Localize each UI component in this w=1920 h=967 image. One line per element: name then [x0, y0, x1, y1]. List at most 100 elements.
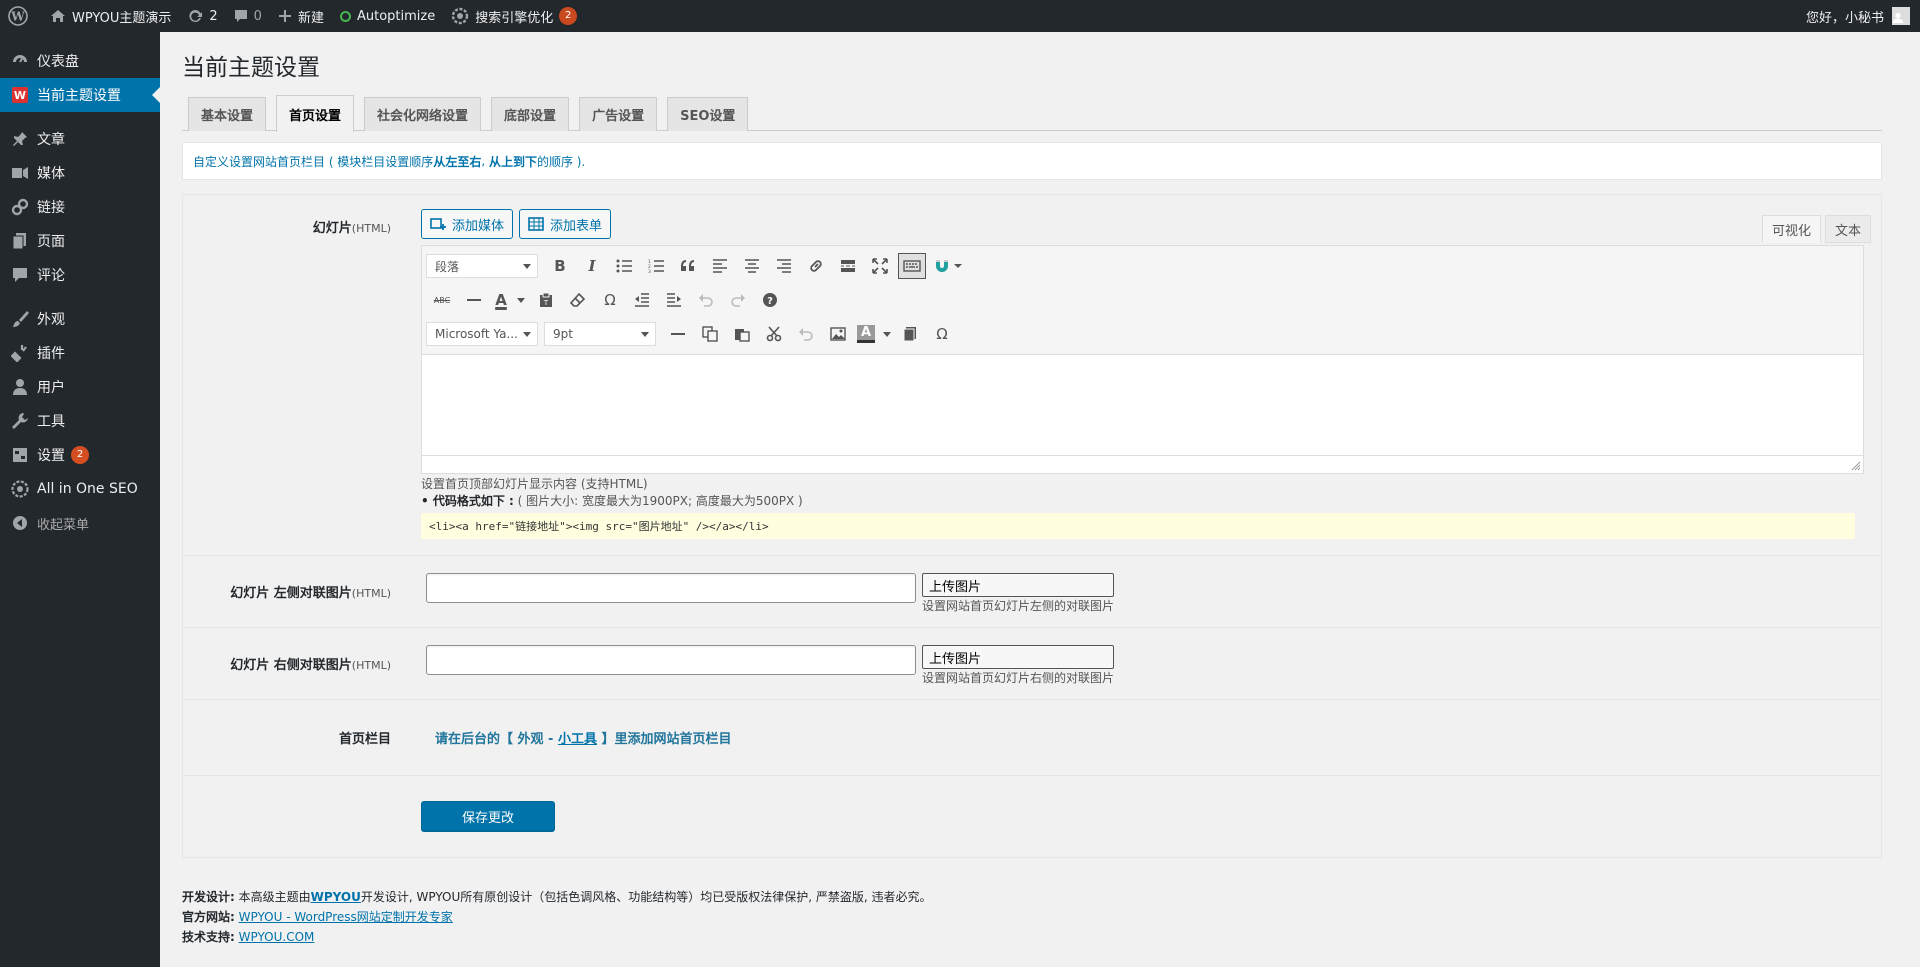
align-left-button[interactable] [704, 252, 736, 280]
italic-button[interactable]: I [576, 252, 608, 280]
format-select-value: 段落 [435, 259, 460, 274]
scissors-icon [766, 326, 782, 342]
paste-button[interactable] [726, 320, 758, 348]
sidebar-item-links[interactable]: 链接 [0, 190, 160, 224]
home-columns-text-pre: 请在后台的【 外观 - [435, 732, 558, 747]
tab-seo[interactable]: SEO设置 [667, 97, 749, 131]
size-select-value: 9pt [553, 327, 573, 341]
help-button[interactable]: ? [754, 286, 786, 314]
sidebar-item-posts[interactable]: 文章 [0, 122, 160, 156]
wordpress-logo-button[interactable]: W [0, 0, 42, 32]
toolbar-toggle-button[interactable] [898, 253, 926, 279]
strikethrough-button[interactable]: ABC [426, 286, 458, 314]
support-link[interactable]: WPYOU.COM [239, 930, 315, 944]
paste-text-button[interactable]: T [530, 286, 562, 314]
horizontal-line-icon [467, 299, 481, 301]
insert-image-button[interactable] [822, 320, 854, 348]
save-changes-button[interactable]: 保存更改 [421, 801, 555, 831]
widgets-link[interactable]: 小工具 [558, 732, 597, 747]
indent-button[interactable] [658, 286, 690, 314]
theme-w-icon: W [12, 87, 28, 103]
right-couplet-input[interactable] [426, 645, 916, 675]
updates-link[interactable]: 2 [179, 0, 225, 32]
footer-credits: 开发设计: 本高级主题由WPYOU开发设计, WPYOU所有原创设计（包括色调风… [182, 887, 932, 947]
fullscreen-button[interactable] [864, 252, 896, 280]
add-media-button[interactable]: 添加媒体 [421, 209, 514, 239]
font-family-select[interactable]: Microsoft Ya... [426, 322, 538, 346]
undo-alt-button[interactable] [790, 320, 822, 348]
sidebar-item-settings[interactable]: 设置 2 [0, 438, 160, 472]
right-upload-button[interactable]: 上传图片 [922, 645, 1115, 669]
official-site-link[interactable]: WPYOU - WordPress网站定制开发专家 [239, 910, 453, 924]
numbered-list-button[interactable]: 123 [640, 252, 672, 280]
omega-button[interactable]: Ω [926, 320, 958, 348]
footer-dev-line: 开发设计: 本高级主题由WPYOU开发设计, WPYOU所有原创设计（包括色调风… [182, 887, 932, 907]
undo-button[interactable] [690, 286, 722, 314]
comments-link[interactable]: 0 [226, 0, 270, 32]
left-couplet-input[interactable] [426, 573, 916, 603]
seo-link[interactable]: 搜索引擎优化 2 [443, 0, 585, 32]
indent-icon [667, 293, 681, 307]
home-columns-text-post: 】里添加网站首页栏目 [597, 732, 732, 747]
collapse-menu-button[interactable]: 收起菜单 [0, 506, 160, 540]
copy-button[interactable] [694, 320, 726, 348]
account-menu[interactable]: 您好，小秘书 [1798, 0, 1920, 32]
background-color-button[interactable]: A [854, 320, 894, 348]
sidebar-item-dashboard[interactable]: 仪表盘 [0, 44, 160, 78]
text-color-button[interactable]: A [490, 286, 530, 314]
tab-basic[interactable]: 基本设置 [188, 97, 267, 131]
sidebar-item-aioseo[interactable]: All in One SEO [0, 472, 160, 506]
tab-homepage[interactable]: 首页设置 [276, 95, 355, 132]
notice-bold-1: 从左至右 [433, 154, 482, 169]
tab-footer[interactable]: 底部设置 [491, 97, 570, 131]
align-right-button[interactable] [768, 252, 800, 280]
collapse-icon [10, 513, 30, 533]
cut-button[interactable] [758, 320, 790, 348]
horizontal-line-icon [671, 333, 685, 335]
add-form-button[interactable]: 添加表单 [519, 209, 612, 239]
sidebar-item-comments[interactable]: 评论 [0, 258, 160, 292]
sidebar-item-label: All in One SEO [37, 481, 138, 497]
clear-format-button[interactable] [562, 286, 594, 314]
new-content-link[interactable]: 新建 [270, 0, 332, 32]
site-name-link[interactable]: WPYOU主题演示 [42, 0, 179, 32]
tab-text[interactable]: 文本 [1824, 215, 1871, 243]
autoptimize-link[interactable]: Autoptimize [332, 0, 443, 32]
resize-handle-icon[interactable] [1851, 461, 1861, 471]
save-field: 保存更改 [415, 801, 1881, 831]
blockquote-button[interactable] [672, 252, 704, 280]
site-label: 官方网站: [182, 910, 235, 924]
editor-content-area[interactable] [422, 355, 1863, 455]
format-select[interactable]: 段落 [426, 254, 538, 278]
magnet-button[interactable] [928, 252, 968, 280]
insert-link-button[interactable] [800, 252, 832, 280]
tab-ads[interactable]: 广告设置 [579, 97, 658, 131]
font-size-select[interactable]: 9pt [544, 322, 656, 346]
plus-icon [278, 10, 291, 22]
sidebar-item-label: 评论 [37, 268, 65, 284]
outdent-button[interactable] [626, 286, 658, 314]
wpyou-link[interactable]: WPYOU [311, 890, 361, 904]
sidebar-item-plugins[interactable]: 插件 [0, 336, 160, 370]
sidebar-item-media[interactable]: 媒体 [0, 156, 160, 190]
sidebar-item-pages[interactable]: 页面 [0, 224, 160, 258]
save-row: 保存更改 [183, 776, 1881, 856]
sidebar-item-appearance[interactable]: 外观 [0, 302, 160, 336]
redo-button[interactable] [722, 286, 754, 314]
tab-visual[interactable]: 可视化 [1761, 215, 1821, 243]
sidebar-item-tools[interactable]: 工具 [0, 404, 160, 438]
horizontal-line-button[interactable] [458, 286, 490, 314]
bold-button[interactable]: B [544, 252, 576, 280]
fullscreen-icon [872, 258, 888, 274]
special-char-button[interactable]: Ω [594, 286, 626, 314]
align-center-button[interactable] [736, 252, 768, 280]
left-upload-button[interactable]: 上传图片 [922, 573, 1115, 597]
tab-social[interactable]: 社会化网络设置 [364, 97, 482, 131]
horizontal-rule-button[interactable] [662, 320, 694, 348]
read-more-button[interactable] [832, 252, 864, 280]
sidebar-item-users[interactable]: 用户 [0, 370, 160, 404]
bullet-list-button[interactable] [608, 252, 640, 280]
editor-mode-tabs: 可视化 文本 [1758, 215, 1871, 243]
paste-word-button[interactable] [894, 320, 926, 348]
sidebar-item-theme-settings[interactable]: W 当前主题设置 [0, 78, 160, 112]
